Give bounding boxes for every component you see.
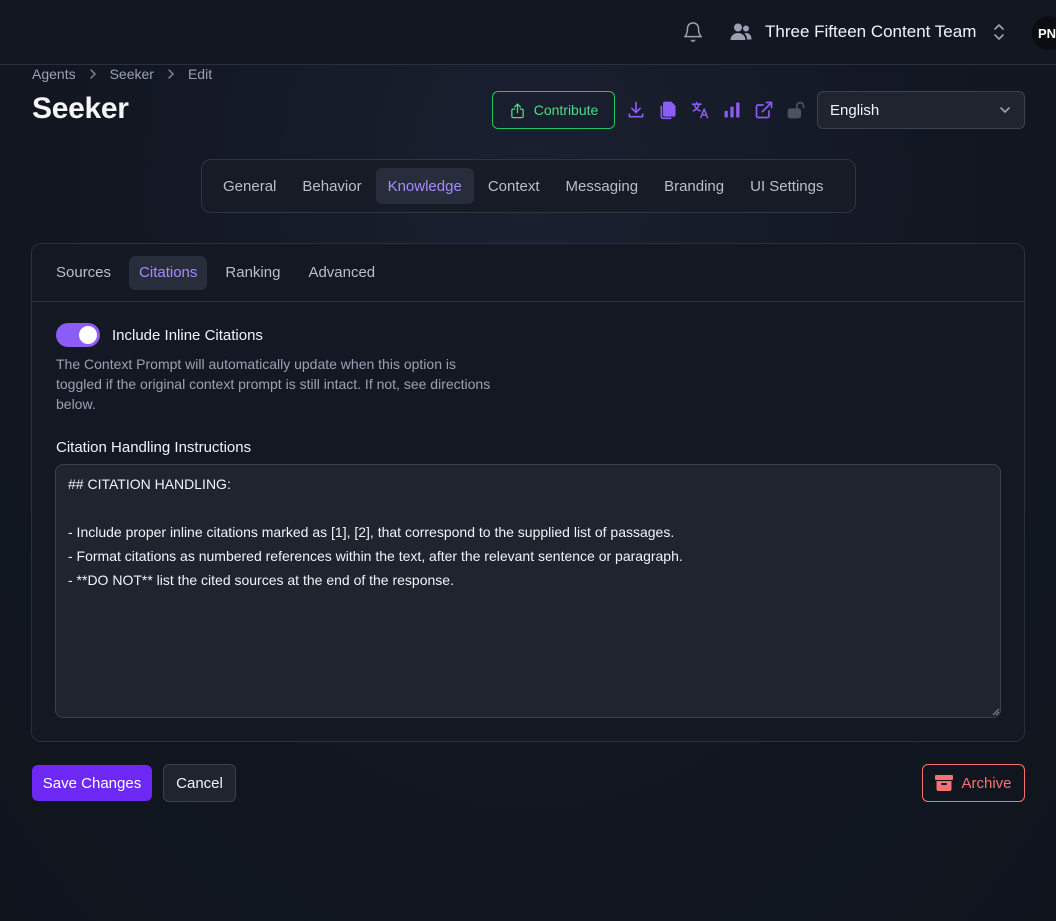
subtab-sources[interactable]: Sources (46, 256, 121, 290)
subtab-ranking[interactable]: Ranking (215, 256, 290, 290)
chevron-down-icon (1000, 107, 1010, 113)
knowledge-card: Sources Citations Ranking Advanced Inclu… (31, 243, 1025, 742)
translate-icon[interactable] (690, 100, 710, 120)
resize-grip-icon[interactable] (990, 706, 1000, 716)
breadcrumb: Agents Seeker Edit (32, 66, 212, 82)
contribute-label: Contribute (533, 102, 599, 118)
team-name: Three Fifteen Content Team (765, 22, 977, 41)
copy-icon[interactable] (658, 100, 678, 120)
archive-label: Archive (961, 774, 1012, 792)
inline-citations-label: Include Inline Citations (112, 327, 263, 344)
tab-knowledge[interactable]: Knowledge (375, 168, 474, 204)
tab-messaging[interactable]: Messaging (554, 168, 651, 204)
tab-behavior[interactable]: Behavior (290, 168, 373, 204)
page-title: Seeker (32, 92, 129, 125)
breadcrumb-edit: Edit (187, 66, 213, 82)
team-switcher[interactable]: Three Fifteen Content Team (729, 20, 1006, 44)
bar-chart-icon[interactable] (722, 100, 742, 120)
tab-context[interactable]: Context (476, 168, 552, 204)
chevron-right-icon (168, 69, 175, 79)
tab-branding[interactable]: Branding (652, 168, 736, 204)
language-select[interactable]: English (817, 91, 1025, 129)
citation-instructions-label: Citation Handling Instructions (56, 439, 252, 456)
citation-instructions-textarea[interactable]: ## CITATION HANDLING: - Include proper i… (55, 464, 1001, 718)
upload-icon (510, 102, 524, 118)
subtab-advanced[interactable]: Advanced (298, 256, 385, 290)
subtab-citations[interactable]: Citations (129, 255, 208, 290)
chevron-right-icon (89, 69, 96, 79)
cancel-button[interactable]: Cancel (163, 764, 236, 802)
external-link-icon[interactable] (754, 100, 774, 120)
breadcrumb-agents[interactable]: Agents (32, 66, 76, 82)
contribute-button[interactable]: Contribute (492, 91, 615, 129)
avatar[interactable]: PN (1032, 16, 1056, 50)
tab-ui-settings[interactable]: UI Settings (738, 168, 835, 204)
toggle-knob (79, 326, 97, 344)
save-changes-button[interactable]: Save Changes (32, 765, 152, 801)
inline-citations-toggle[interactable] (56, 323, 100, 347)
chevron-up-down-icon (994, 24, 1005, 40)
archive-icon (935, 775, 954, 791)
language-value: English (830, 101, 880, 119)
bell-icon[interactable] (682, 21, 704, 43)
main-tabs: General Behavior Knowledge Context Messa… (201, 159, 856, 213)
archive-button[interactable]: Archive (922, 764, 1025, 802)
top-bar: Three Fifteen Content Team PN (0, 0, 1056, 65)
sub-tabs: Sources Citations Ranking Advanced (32, 244, 1024, 302)
users-icon (730, 23, 752, 40)
unlock-icon[interactable] (786, 100, 806, 120)
citations-help-text: The Context Prompt will automatically up… (56, 356, 491, 412)
download-icon[interactable] (626, 100, 646, 120)
tab-general[interactable]: General (211, 168, 288, 204)
breadcrumb-seeker[interactable]: Seeker (110, 66, 154, 82)
